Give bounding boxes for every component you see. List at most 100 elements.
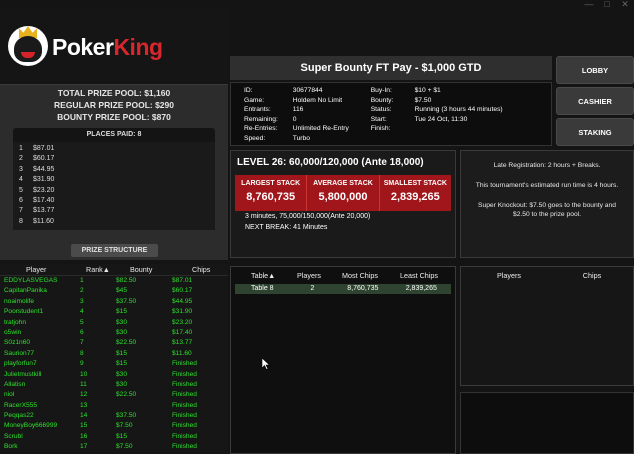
mouse-cursor-icon — [262, 358, 270, 370]
player-name: Peqqas22 — [4, 412, 34, 420]
info-row: Entrants: 116 Status: Running (3 hours 44 m… — [244, 105, 551, 115]
player-chips: $11.60 — [172, 349, 192, 357]
list-item: 2 $60.17 — [19, 155, 55, 163]
table-row[interactable]: Scrubl 16 $15 Finished — [0, 432, 228, 442]
column-chips[interactable]: Chips — [172, 264, 228, 275]
maximize-icon[interactable]: □ — [598, 0, 616, 10]
column-least-chips[interactable]: Least Chips — [389, 267, 449, 284]
player-name: Julietmustkill — [4, 370, 42, 378]
players-table-body: EDDYLASVEGAS 1 $82.50 $87.01 CapitanPanika 2 $… — [0, 276, 228, 453]
list-item: 4 $31.90 — [19, 176, 55, 184]
column-players[interactable]: Players — [287, 267, 331, 284]
player-bounty: $45 — [116, 287, 128, 295]
info-key: ID: — [244, 87, 253, 94]
table-row[interactable]: Julietmustkill 10 $30 Finished — [0, 370, 228, 380]
info-key: Re-Entries: — [244, 125, 278, 133]
table-row[interactable]: Table 8 2 8,760,735 2,839,265 — [235, 284, 451, 294]
player-rank: 9 — [80, 360, 84, 368]
cashier-button[interactable]: CASHIER — [556, 87, 634, 115]
player-bounty: $15 — [116, 308, 128, 316]
column-rank[interactable]: Rank▲ — [78, 264, 116, 275]
player-chips: Finished — [172, 360, 197, 368]
player-bounty: $15 — [116, 349, 128, 357]
column-table[interactable]: Table▲ — [231, 267, 287, 284]
prize-structure-button[interactable]: PRIZE STRUCTURE — [71, 244, 158, 257]
places-paid-list: 1 $87.01 2 $60.17 3 $44.95 4 $31.90 5 $23.20 … — [13, 142, 215, 230]
player-bounty: $82.50 — [116, 277, 137, 284]
player-chips: $44.95 — [172, 297, 193, 305]
table-row[interactable]: MoneyBoy666999 15 $7.50 Finished — [0, 421, 228, 431]
player-chips: Finished — [172, 380, 197, 388]
minimize-icon[interactable]: — — [580, 0, 598, 10]
table-row[interactable]: noaimolife 3 $37.50 $44.95 — [0, 297, 228, 307]
list-item: 1 $87.01 — [19, 145, 55, 152]
total-prize-pool: TOTAL PRIZE POOL: $1,160 — [57, 88, 171, 98]
list-item: 7 $13.77 — [19, 207, 55, 215]
player-name: o5win — [4, 328, 22, 336]
empty-panel — [460, 392, 634, 454]
list-item: 6 $17.40 — [19, 196, 55, 204]
column-bounty[interactable]: Bounty — [116, 264, 172, 275]
info-row: Remaining: 0 Start: Tue 24 Oct, 11:30 — [244, 115, 551, 125]
column-table-players[interactable]: Players — [461, 267, 557, 284]
table-row[interactable]: niol 12 $22.50 Finished — [0, 390, 228, 400]
info-value: 116 — [292, 106, 304, 114]
table-row[interactable]: tratjohn 5 $30 $23.20 — [0, 318, 228, 328]
player-name: CapitanPanika — [4, 287, 47, 295]
player-bounty: $22.50 — [116, 391, 137, 399]
table-row[interactable]: EDDYLASVEGAS 1 $82.50 $87.01 — [0, 276, 228, 286]
table-players-panel: Players Chips — [460, 266, 634, 386]
player-chips: Finished — [172, 401, 197, 409]
info-key: Game: — [244, 96, 265, 104]
player-rank: 2 — [80, 287, 84, 295]
table-row[interactable]: CapitanPanika 2 $45 $60.17 — [0, 286, 228, 296]
info-value: Unlimited Re-Entry — [292, 125, 349, 133]
column-table-chips[interactable]: Chips — [557, 267, 627, 284]
player-chips: $17.40 — [172, 328, 193, 336]
player-chips: Finished — [172, 370, 197, 378]
player-bounty: $15 — [116, 360, 128, 368]
player-bounty: $30 — [116, 370, 128, 378]
column-player[interactable]: Player — [0, 264, 78, 275]
player-bounty — [116, 401, 172, 411]
player-rank: 7 — [80, 339, 84, 347]
next-break: NEXT BREAK: 41 Minutes — [245, 224, 328, 231]
player-rank: 3 — [80, 297, 84, 305]
player-chips: $23.20 — [172, 318, 193, 326]
info-value: Tue 24 Oct, 11:30 — [414, 115, 468, 123]
close-icon[interactable]: ✕ — [616, 0, 634, 10]
table-row[interactable]: Bork 17 $7.50 Finished — [0, 442, 228, 452]
player-rank: 4 — [80, 308, 84, 316]
table-row[interactable]: o5win 6 $30 $17.40 — [0, 328, 228, 338]
table-row[interactable]: S0z1n60 7 $22.50 $13.77 — [0, 338, 228, 348]
average-stack: AVERAGE STACK 5,800,000 — [307, 175, 380, 211]
info-row: Speed: Turbo — [244, 134, 551, 144]
table-row[interactable]: Saurion77 8 $15 $11.60 — [0, 349, 228, 359]
stack-stats: LARGEST STACK 8,760,735 AVERAGE STACK 5,… — [235, 175, 451, 211]
info-row: Game: Holdem No Limit Bounty: $7.50 — [244, 96, 551, 106]
info-key: Entrants: — [244, 106, 271, 114]
info-value: Holdem No Limit — [292, 96, 343, 104]
player-chips: Finished — [172, 432, 197, 440]
list-item: 5 $23.20 — [19, 186, 55, 194]
player-name: niol — [4, 391, 15, 399]
player-name: Scrubl — [4, 432, 23, 440]
player-rank: 5 — [80, 318, 84, 326]
player-chips: Finished — [172, 443, 197, 451]
king-mascot-icon — [8, 26, 48, 66]
table-row[interactable]: RacerX555 13 Finished — [0, 401, 228, 411]
table-row[interactable]: playforfun7 9 $15 Finished — [0, 359, 228, 369]
player-bounty: $30 — [116, 318, 128, 326]
info-key: Bounty: — [370, 96, 394, 104]
player-name: Poorstudent1 — [4, 308, 44, 316]
lobby-button[interactable]: LOBBY — [556, 56, 634, 84]
info-row: Re-Entries: Unlimited Re-Entry Finish: — [244, 124, 551, 134]
table-row[interactable]: Peqqas22 14 $37.50 Finished — [0, 411, 228, 421]
table-row[interactable]: Poorstudent1 4 $15 $31.90 — [0, 307, 228, 317]
player-chips: $31.90 — [172, 308, 193, 316]
player-bounty: $30 — [116, 380, 128, 388]
table-row[interactable]: Allatisn 11 $30 Finished — [0, 380, 228, 390]
column-most-chips[interactable]: Most Chips — [331, 267, 389, 284]
tournament-info: ID: 30677844 Buy-In: $10 + $1 Game: Holdem No… — [230, 82, 552, 146]
staking-button[interactable]: STAKING — [556, 118, 634, 146]
